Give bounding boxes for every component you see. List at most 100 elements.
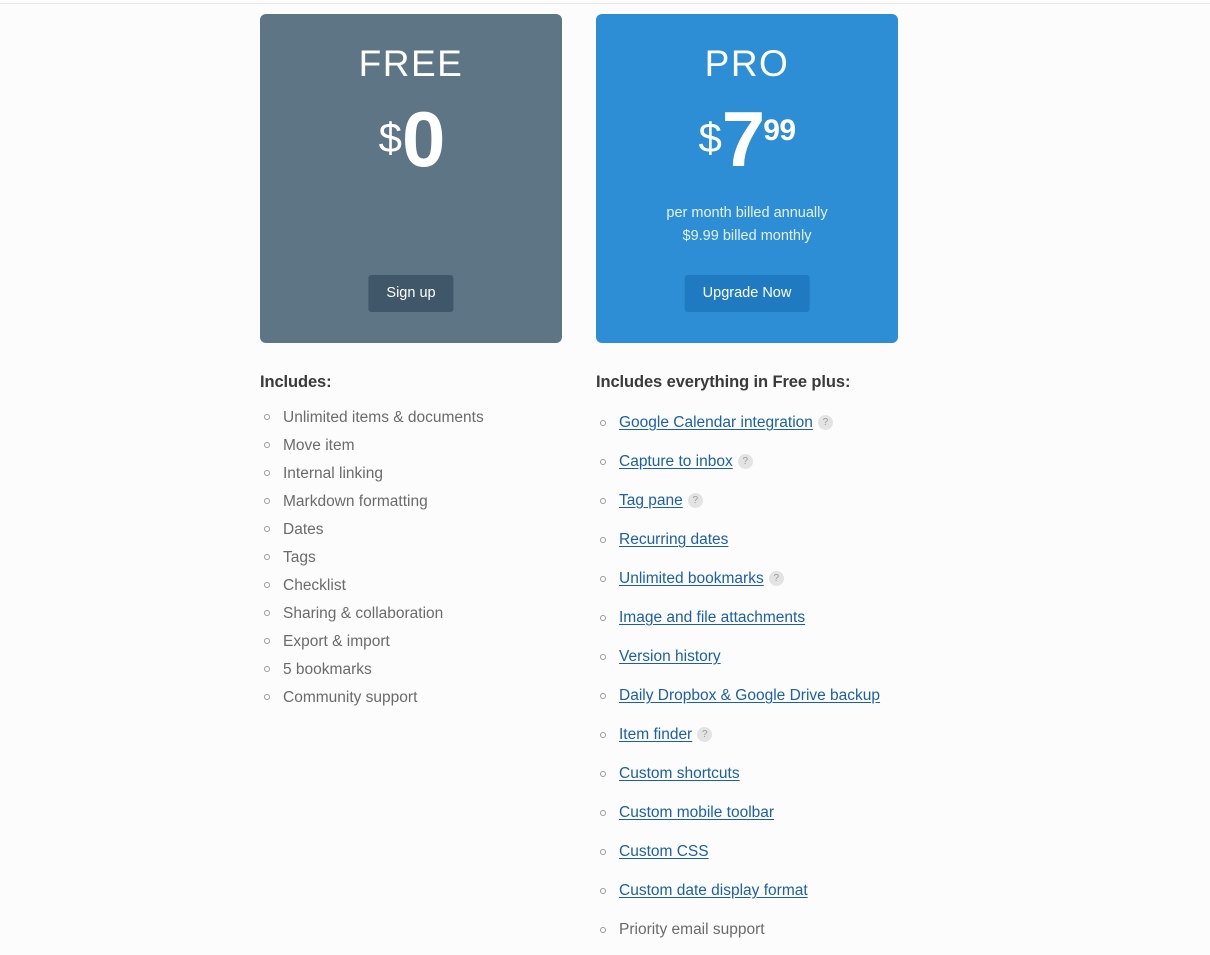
bullet-icon — [264, 414, 270, 420]
currency-symbol-free: $ — [378, 114, 402, 161]
feature-link[interactable]: Capture to inbox — [619, 453, 733, 470]
page-top-divider — [0, 3, 1210, 4]
feature-list-item: Custom shortcuts — [596, 760, 926, 788]
feature-list-item: Unlimited bookmarks? — [596, 565, 926, 593]
feature-column-free: Includes: Unlimited items & documents Mov… — [260, 373, 570, 717]
feature-list-item: Custom CSS — [596, 838, 926, 866]
bullet-icon — [600, 459, 606, 465]
feature-list-item: Priority email support — [596, 916, 926, 944]
feature-label: Checklist — [283, 577, 346, 594]
feature-list-item: Sharing & collaboration — [260, 605, 570, 622]
pricing-page: FREE $0 Sign up PRO $799 per month bille… — [0, 0, 1210, 938]
bullet-icon — [600, 537, 606, 543]
feature-link[interactable]: Version history — [619, 648, 721, 665]
bullet-icon — [264, 554, 270, 560]
plan-card-pro: PRO $799 per month billed annually $9.99… — [596, 14, 898, 343]
bullet-icon — [264, 526, 270, 532]
bullet-icon — [264, 666, 270, 672]
bullet-icon — [600, 771, 606, 777]
sign-up-button[interactable]: Sign up — [368, 274, 454, 312]
feature-link[interactable]: Recurring dates — [619, 531, 728, 548]
bullet-icon — [264, 470, 270, 476]
price-amount-pro: 7 — [721, 95, 765, 183]
feature-link[interactable]: Daily Dropbox & Google Drive backup — [619, 687, 880, 704]
feature-list-item: Daily Dropbox & Google Drive backup — [596, 682, 926, 710]
feature-list-item: Tag pane? — [596, 487, 926, 515]
bullet-icon — [264, 610, 270, 616]
feature-link[interactable]: Image and file attachments — [619, 609, 805, 626]
feature-list-item: Internal linking — [260, 465, 570, 482]
help-question-icon[interactable]: ? — [737, 454, 753, 469]
includes-heading-pro: Includes everything in Free plus: — [596, 373, 851, 391]
billing-note-monthly: $9.99 billed monthly — [682, 228, 812, 244]
feature-list-item: Recurring dates — [596, 526, 926, 554]
bullet-icon — [264, 694, 270, 700]
feature-list-item: Checklist — [260, 577, 570, 594]
feature-link[interactable]: Custom shortcuts — [619, 765, 740, 782]
feature-link[interactable]: Unlimited bookmarks — [619, 570, 764, 587]
feature-label: 5 bookmarks — [283, 661, 372, 678]
feature-list-item: Version history — [596, 643, 926, 671]
feature-link[interactable]: Custom CSS — [619, 843, 709, 860]
bullet-icon — [264, 442, 270, 448]
bullet-icon — [600, 810, 606, 816]
plan-card-free: FREE $0 Sign up — [260, 14, 562, 343]
feature-label: Priority email support — [619, 921, 765, 938]
feature-column-pro: Includes everything in Free plus: Google… — [596, 373, 926, 955]
feature-list-item: Markdown formatting — [260, 493, 570, 510]
bullet-icon — [600, 693, 606, 699]
feature-list-item: Image and file attachments — [596, 604, 926, 632]
feature-label: Dates — [283, 521, 324, 538]
feature-list-item: Export & import — [260, 633, 570, 650]
feature-label: Unlimited items & documents — [283, 409, 484, 426]
help-question-icon[interactable]: ? — [817, 415, 833, 430]
bullet-icon — [600, 576, 606, 582]
feature-list-item: Unlimited items & documents — [260, 409, 570, 426]
feature-label: Tags — [283, 549, 316, 566]
plan-price-pro: $799 — [596, 82, 898, 178]
currency-symbol-pro: $ — [698, 114, 722, 161]
feature-label: Sharing & collaboration — [283, 605, 444, 622]
feature-list-item: Custom mobile toolbar — [596, 799, 926, 827]
bullet-icon — [600, 732, 606, 738]
feature-list-item: Move item — [260, 437, 570, 454]
feature-list-item: 5 bookmarks — [260, 661, 570, 678]
help-question-icon[interactable]: ? — [687, 493, 703, 508]
feature-link[interactable]: Google Calendar integration — [619, 414, 813, 431]
feature-label: Internal linking — [283, 465, 383, 482]
feature-link[interactable]: Custom date display format — [619, 882, 808, 899]
feature-list-item: Tags — [260, 549, 570, 566]
bullet-icon — [600, 498, 606, 504]
feature-link[interactable]: Tag pane — [619, 492, 683, 509]
bullet-icon — [600, 888, 606, 894]
feature-label: Export & import — [283, 633, 390, 650]
feature-label: Markdown formatting — [283, 493, 428, 510]
feature-list-pro: Google Calendar integration? Capture to i… — [596, 409, 926, 944]
bullet-icon — [264, 582, 270, 588]
feature-label: Community support — [283, 689, 418, 706]
bullet-icon — [600, 849, 606, 855]
plan-name-pro: PRO — [704, 43, 790, 84]
feature-list-item: Capture to inbox? — [596, 448, 926, 476]
feature-list-item: Dates — [260, 521, 570, 538]
includes-heading-free: Includes: — [260, 373, 332, 391]
feature-link[interactable]: Item finder — [619, 726, 692, 743]
help-question-icon[interactable]: ? — [768, 571, 784, 586]
feature-list-item: Item finder? — [596, 721, 926, 749]
price-cents-pro: 99 — [763, 114, 796, 147]
help-question-icon[interactable]: ? — [697, 727, 713, 742]
billing-note-annual: per month billed annually — [666, 205, 828, 221]
feature-link[interactable]: Custom mobile toolbar — [619, 804, 774, 821]
feature-list-free: Unlimited items & documents Move item Inte… — [260, 409, 570, 706]
feature-label: Move item — [283, 437, 355, 454]
bullet-icon — [600, 927, 606, 933]
upgrade-now-button[interactable]: Upgrade Now — [684, 274, 810, 312]
feature-list-item: Google Calendar integration? — [596, 409, 926, 437]
bullet-icon — [264, 638, 270, 644]
billing-note: per month billed annually $9.99 billed m… — [596, 178, 898, 248]
feature-list-item: Custom date display format — [596, 877, 926, 905]
bullet-icon — [600, 615, 606, 621]
price-amount-free: 0 — [401, 95, 445, 183]
plan-price-free: $0 — [260, 82, 562, 178]
bullet-icon — [600, 654, 606, 660]
